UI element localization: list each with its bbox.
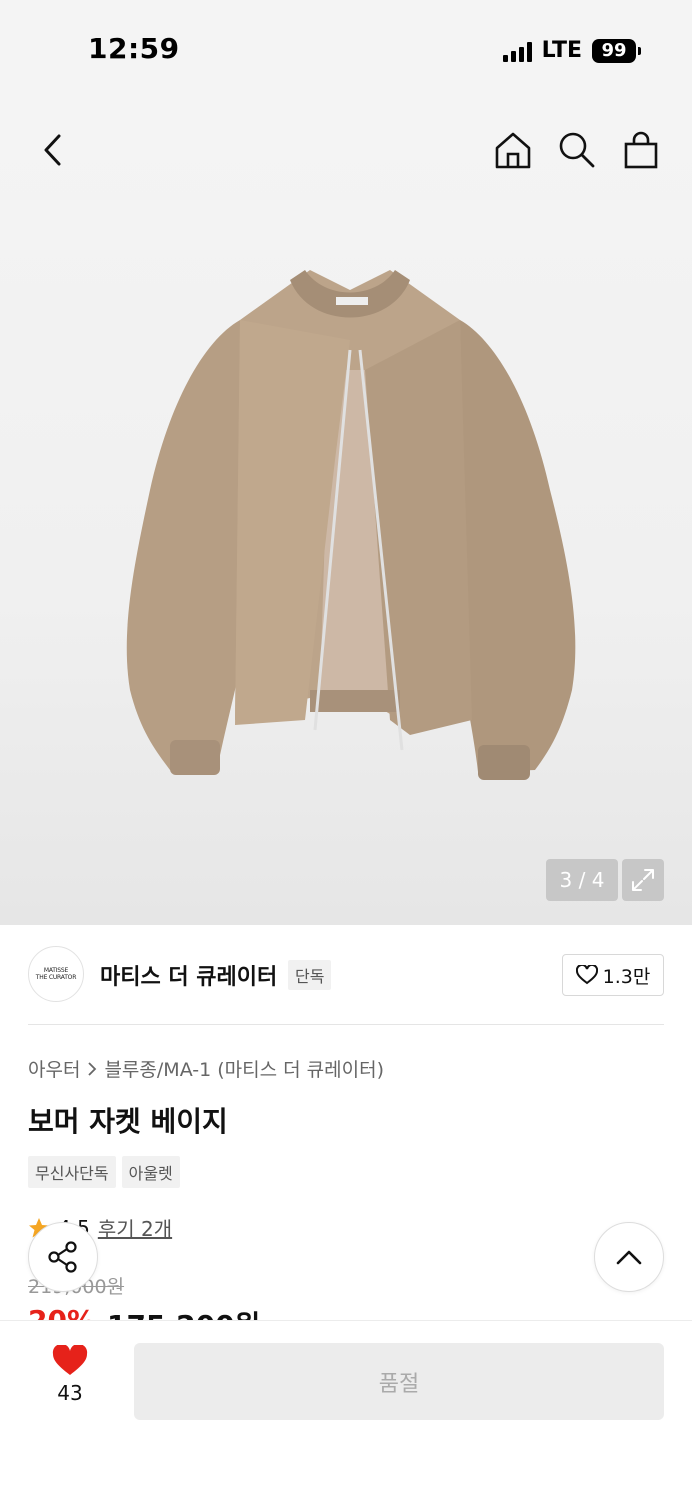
cart-button[interactable]: [620, 128, 662, 172]
chevron-left-icon: [44, 134, 61, 166]
back-button[interactable]: [30, 128, 74, 172]
search-button[interactable]: [556, 128, 598, 172]
network-label: LTE: [541, 38, 582, 63]
tag-outlet: 아울렛: [121, 1156, 180, 1188]
heart-outline-icon: [575, 965, 598, 985]
breadcrumb: 아우터 블루종/MA-1 (마티스 더 큐레이터): [28, 1055, 384, 1082]
exclusive-badge: 단독: [288, 960, 332, 990]
home-icon: [495, 132, 531, 169]
brand-logo-line-2: THE CURATOR: [35, 974, 77, 981]
share-icon: [48, 1241, 77, 1273]
brand-row[interactable]: MATISSE THE CURATOR 마티스 더 큐레이터 단독 1.3만: [28, 925, 664, 1025]
tag-musinsa-exclusive: 무신사단독: [28, 1156, 116, 1188]
breadcrumb-category[interactable]: 아우터: [28, 1055, 80, 1082]
brand-logo-line-1: MATISSE: [43, 967, 69, 974]
share-button[interactable]: [28, 1222, 98, 1292]
sold-out-button[interactable]: 품절: [134, 1343, 664, 1420]
review-link[interactable]: 후기 2개: [98, 1213, 172, 1242]
gallery-counter: 3 / 4: [546, 859, 618, 901]
scroll-top-button[interactable]: [594, 1222, 664, 1292]
product-image: [126, 270, 576, 780]
product-title: 보머 자켓 베이지: [28, 1105, 228, 1138]
wishlist-button[interactable]: 43: [40, 1345, 100, 1405]
expand-button[interactable]: [622, 859, 664, 901]
status-bar: 12:59 LTE 99: [0, 0, 692, 100]
product-gallery[interactable]: 3 / 4: [0, 100, 692, 925]
bottom-action-bar: 43 품절: [0, 1320, 692, 1500]
heart-filled-icon: [52, 1345, 88, 1375]
chevron-right-icon: [88, 1061, 97, 1076]
wishlist-count: 43: [57, 1381, 83, 1405]
status-time: 12:59: [88, 32, 180, 65]
expand-icon: [632, 869, 654, 891]
search-icon: [559, 132, 595, 168]
brand-name[interactable]: 마티스 더 큐레이터: [100, 959, 277, 991]
header-actions: [492, 128, 662, 172]
chevron-up-icon: [616, 1250, 642, 1265]
product-tags: 무신사단독 아울렛: [28, 1156, 180, 1188]
status-indicators: LTE 99: [502, 38, 641, 63]
signal-icon: [502, 40, 532, 62]
battery-icon: 99: [592, 38, 641, 63]
shopping-bag-icon: [624, 131, 658, 169]
home-button[interactable]: [492, 128, 534, 172]
breadcrumb-subcategory[interactable]: 블루종/MA-1 (마티스 더 큐레이터): [104, 1055, 384, 1082]
brand-logo[interactable]: MATISSE THE CURATOR: [28, 946, 84, 1002]
brand-like-button[interactable]: 1.3만: [562, 954, 664, 996]
brand-like-count: 1.3만: [602, 965, 651, 988]
